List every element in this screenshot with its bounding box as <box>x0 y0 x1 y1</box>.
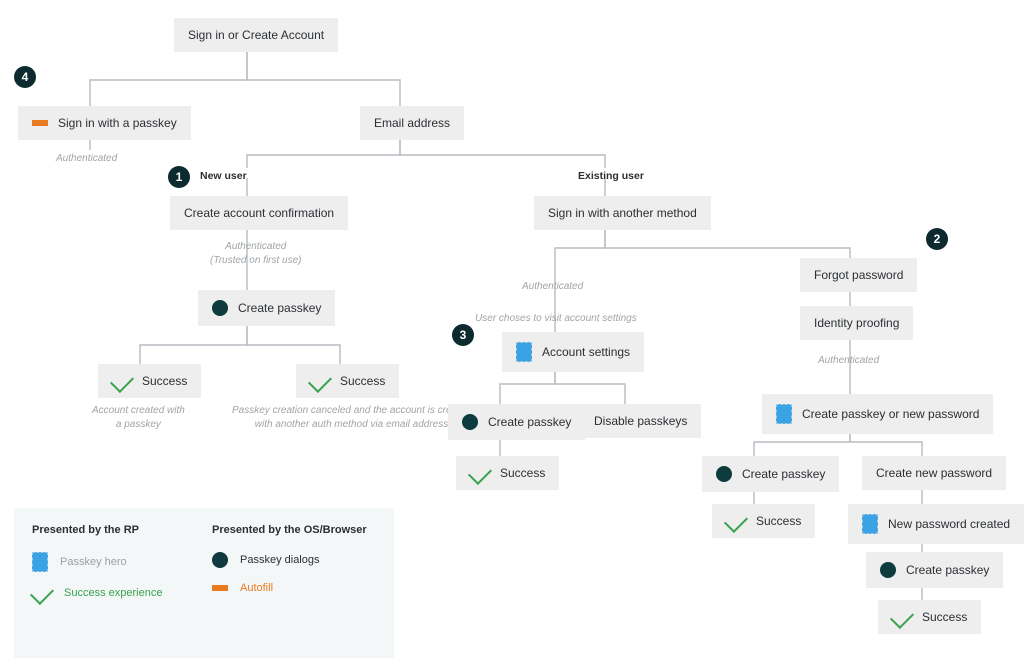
node-forgot-password: Forgot password <box>800 258 917 292</box>
passkey-hero-icon <box>862 514 878 534</box>
note-authenticated-existing: Authenticated <box>522 280 583 294</box>
flowchart: Sign in or Create Account 4 Sign in with… <box>0 0 1024 666</box>
node-identity-proofing: Identity proofing <box>800 306 913 340</box>
label-existing-user: Existing user <box>578 170 644 182</box>
label: Success <box>340 374 385 388</box>
label: Success <box>922 610 967 624</box>
node-disable-passkeys: Disable passkeys <box>580 404 701 438</box>
passkey-dialog-icon <box>716 466 732 482</box>
node-signin-passkey: Sign in with a passkey <box>18 106 191 140</box>
node-success-forgot-passkey: Success <box>712 504 815 538</box>
label: Success <box>500 466 545 480</box>
label: Forgot password <box>814 268 903 282</box>
autofill-icon <box>212 585 228 591</box>
autofill-icon <box>32 120 48 126</box>
legend-header-rp: Presented by the RP <box>32 524 162 536</box>
check-icon <box>890 605 914 629</box>
legend-col-rp: Presented by the RP Passkey hero Success… <box>32 524 162 614</box>
check-icon <box>30 581 54 605</box>
node-success-settings: Success <box>456 456 559 490</box>
label: Create passkey <box>488 415 571 429</box>
label: Sign in or Create Account <box>188 28 324 42</box>
label: Sign in with another method <box>548 206 697 220</box>
label: Sign in with a passkey <box>58 116 177 130</box>
node-create-passkey-forgot: Create passkey <box>702 456 839 492</box>
label: Create passkey or new password <box>802 407 979 421</box>
label: Success <box>756 514 801 528</box>
node-create-account-confirm: Create account confirmation <box>170 196 348 230</box>
legend-item-autofill: Autofill <box>212 582 367 594</box>
node-create-new-password: Create new password <box>862 456 1006 490</box>
legend: Presented by the RP Passkey hero Success… <box>14 508 394 658</box>
note-account-created-passkey: Account created with a passkey <box>92 404 185 431</box>
passkey-hero-icon <box>516 342 532 362</box>
label: Create passkey <box>906 563 989 577</box>
label: New password created <box>888 517 1010 531</box>
node-account-settings: Account settings <box>502 332 644 372</box>
label: Success <box>142 374 187 388</box>
legend-header-os: Presented by the OS/Browser <box>212 524 367 536</box>
note-authenticated-left: Authenticated <box>56 152 117 166</box>
passkey-dialog-icon <box>880 562 896 578</box>
check-icon <box>308 369 332 393</box>
badge-2: 2 <box>926 228 948 250</box>
note-passkey-canceled: Passkey creation canceled and the accoun… <box>232 404 471 431</box>
note-authenticated-forgot: Authenticated <box>818 354 879 368</box>
label: Create new password <box>876 466 992 480</box>
passkey-dialog-icon <box>462 414 478 430</box>
check-icon <box>468 461 492 485</box>
legend-item-hero: Passkey hero <box>32 552 162 572</box>
node-root: Sign in or Create Account <box>174 18 338 52</box>
note-auth-trusted: Authenticated (Trusted on first use) <box>210 240 302 267</box>
badge-4: 4 <box>14 66 36 88</box>
note-visit-settings: User choses to visit account settings <box>475 312 637 326</box>
label-new-user: New user <box>200 170 247 182</box>
check-icon <box>724 509 748 533</box>
badge-1: 1 <box>168 166 190 188</box>
label: Create account confirmation <box>184 206 334 220</box>
node-email: Email address <box>360 106 464 140</box>
badge-3: 3 <box>452 324 474 346</box>
passkey-hero-icon <box>776 404 792 424</box>
label: Identity proofing <box>814 316 899 330</box>
node-success-newuser-left: Success <box>98 364 201 398</box>
legend-item-success: Success experience <box>32 586 162 600</box>
node-new-password-created: New password created <box>848 504 1024 544</box>
label: Create passkey <box>742 467 825 481</box>
check-icon <box>110 369 134 393</box>
label: Email address <box>374 116 450 130</box>
node-success-final: Success <box>878 600 981 634</box>
node-create-passkey-or-newpw: Create passkey or new password <box>762 394 993 434</box>
node-signin-another: Sign in with another method <box>534 196 711 230</box>
legend-col-os: Presented by the OS/Browser Passkey dial… <box>212 524 367 608</box>
node-create-passkey-newuser: Create passkey <box>198 290 335 326</box>
label: Create passkey <box>238 301 321 315</box>
label: Disable passkeys <box>594 414 687 428</box>
passkey-dialog-icon <box>212 552 228 568</box>
label: Account settings <box>542 345 630 359</box>
node-success-newuser-right: Success <box>296 364 399 398</box>
passkey-dialog-icon <box>212 300 228 316</box>
legend-item-dialogs: Passkey dialogs <box>212 552 367 568</box>
node-create-passkey-after-newpw: Create passkey <box>866 552 1003 588</box>
passkey-hero-icon <box>32 552 48 572</box>
node-create-passkey-settings: Create passkey <box>448 404 585 440</box>
